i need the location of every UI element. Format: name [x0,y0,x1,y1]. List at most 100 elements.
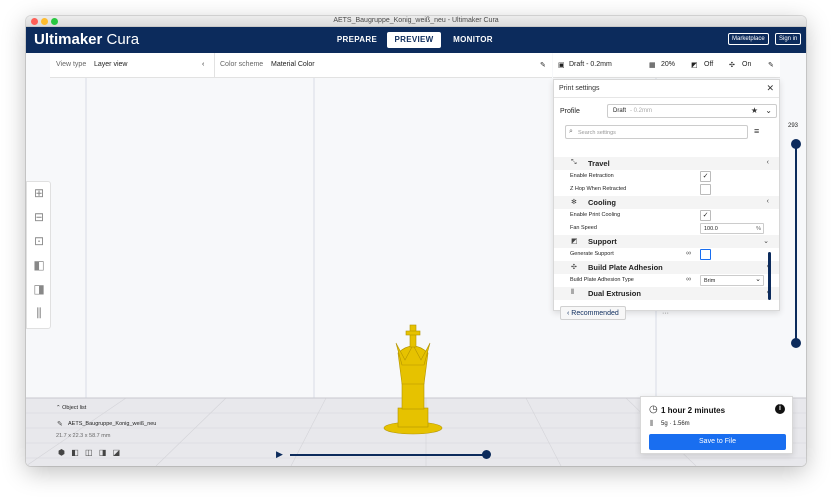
left-view-icon[interactable]: ◨ [99,448,107,457]
adhesion-icon: ✣ [571,264,577,271]
travel-icon: ⤡ [571,159,577,166]
link-icon[interactable]: ∞ [686,276,691,283]
object-list-toggle[interactable]: ⌃ Object list [56,405,86,411]
category-cooling[interactable]: ✻ Cooling ‹ [554,196,779,209]
pencil-icon[interactable]: ✎ [57,420,63,428]
object-dimensions: 21.7 x 22.3 x 58.7 mm [56,433,111,439]
simulation-handle[interactable] [482,450,491,459]
view-type-label: View type [56,61,87,68]
support-summary[interactable]: Off [704,61,713,68]
panel-resize-handle[interactable]: ··· [662,310,669,317]
close-icon[interactable]: ✕ [766,83,774,94]
app-logo: Ultimaker Cura [34,31,140,48]
front-view-icon[interactable]: ◧ [71,448,79,457]
chevron-left-icon[interactable]: ‹ [202,61,204,68]
profile-dropdown[interactable]: Draft - 0.2mm ★ ⌄ [607,104,777,118]
print-time: 1 hour 2 minutes [661,406,726,415]
search-input[interactable]: ⌕ Search settings [565,125,748,139]
clock-icon: ◷ [649,404,658,415]
setting-generate-support: Generate Support ∞ [554,248,779,261]
tool-panel: ⊞ ⊟ ⊡ ◧ ◨ ⫼ [26,181,51,329]
profile-summary[interactable]: Draft - 0.2mm [569,61,612,68]
fan-speed-input[interactable]: 100.0 % [700,223,764,234]
fan-icon: ✻ [571,199,577,206]
sign-in-button[interactable]: Sign in [775,33,802,45]
top-view-icon[interactable]: ◫ [85,448,93,457]
setting-adhesion-type: Build Plate Adhesion Type ∞ Brim ⌄ [554,274,779,287]
play-icon[interactable]: ▶ [276,449,283,460]
view-type-dropdown[interactable]: Layer view [94,61,127,68]
simulation-track[interactable] [290,454,486,456]
app-header: Ultimaker Cura PREPARE PREVIEW MONITOR M… [26,27,806,53]
title-bar: AETS_Baugruppe_Konig_weiß_neu - Ultimake… [26,16,806,27]
object-name[interactable]: AETS_Baugruppe_Konig_weiß_neu [68,421,156,427]
view-orientation-buttons: ⬢ ◧ ◫ ◨ ◪ [58,448,120,457]
recommended-button[interactable]: ‹ Recommended [560,306,626,320]
layer-slider-bottom-handle[interactable] [791,338,801,348]
save-to-file-button[interactable]: Save to File [649,434,786,450]
setting-z-hop: Z Hop When Retracted [554,183,779,196]
chevron-down-icon[interactable]: ⌄ [765,106,772,115]
chevron-down-icon[interactable]: ⌄ [763,237,769,245]
profile-label: Profile [560,108,580,115]
color-scheme-label: Color scheme [220,61,264,68]
adhesion-icon: ✣ [729,62,735,69]
setting-enable-cooling: Enable Print Cooling ✓ [554,209,779,222]
printer-icon: ▣ [558,62,565,69]
front-view-icon[interactable]: ⊞ [31,186,47,206]
infill-icon: ▦ [649,62,656,69]
layer-value: 293 [788,123,799,129]
support-icon: ◩ [691,62,698,69]
infill-summary[interactable]: 20% [661,61,675,68]
link-icon[interactable]: ∞ [686,250,691,257]
print-estimate-card: ◷ 1 hour 2 minutes i ⦀ 5g · 1.56m Save t… [640,396,793,454]
left-view-icon[interactable]: ◧ [31,258,47,278]
color-scheme-dropdown[interactable]: Material Color [271,61,315,68]
support-icon: ◩ [571,238,578,245]
tab-preview[interactable]: PREVIEW [387,32,441,48]
per-model-settings-icon[interactable]: ⫼ [31,306,47,326]
setting-enable-retraction: Enable Retraction ✓ [554,170,779,183]
adhesion-type-dropdown[interactable]: Brim ⌄ [700,275,764,286]
dual-extrusion-icon: ⫴ [571,289,574,296]
filament-icon: ⦀ [650,419,654,428]
cube-3d-icon[interactable]: ⬢ [58,448,65,457]
pencil-icon[interactable]: ✎ [540,61,546,69]
settings-scrollbar[interactable] [768,252,771,300]
star-icon[interactable]: ★ [751,106,758,115]
category-build-plate-adhesion[interactable]: ✣ Build Plate Adhesion ‹ [554,261,779,274]
chevron-left-icon[interactable]: ‹ [767,198,769,205]
setting-fan-speed: Fan Speed 100.0 % [554,222,779,235]
view-type-bar: View type Layer view ‹ Color scheme Mate… [50,53,552,78]
print-setup-bar[interactable]: ▣ Draft - 0.2mm ▦ 20% ◩ Off ✣ On ✎ [553,53,780,78]
chevron-down-icon: ⌄ [755,276,761,283]
3d-view-icon[interactable]: ⊟ [31,210,47,230]
tab-monitor[interactable]: MONITOR [445,32,501,48]
material-estimate: 5g · 1.56m [661,421,690,427]
simulation-bar: ▶ [276,449,491,460]
generate-support-checkbox[interactable] [700,249,711,260]
layer-slider-top-handle[interactable] [791,139,801,149]
print-settings-panel: Print settings ✕ Profile Draft - 0.2mm ★… [553,79,780,320]
category-travel[interactable]: ⤡ Travel ‹ [554,157,779,170]
top-view-icon[interactable]: ⊡ [31,234,47,254]
right-view-icon[interactable]: ◪ [113,448,121,457]
tab-prepare[interactable]: PREPARE [329,32,385,48]
enable-cooling-checkbox[interactable]: ✓ [700,210,711,221]
menu-icon[interactable]: ≡ [754,126,759,136]
z-hop-checkbox[interactable] [700,184,711,195]
window-title: AETS_Baugruppe_Konig_weiß_neu - Ultimake… [333,17,499,24]
category-support[interactable]: ◩ Support ⌄ [554,235,779,248]
category-dual-extrusion[interactable]: ⫴ Dual Extrusion ‹ [554,287,779,300]
enable-retraction-checkbox[interactable]: ✓ [700,171,711,182]
right-view-icon[interactable]: ◨ [31,282,47,302]
adhesion-summary[interactable]: On [742,61,751,68]
layer-slider-track[interactable] [795,143,797,343]
pencil-icon[interactable]: ✎ [768,61,774,69]
info-icon[interactable]: i [775,404,785,414]
layer-slider[interactable]: 293 [788,123,802,353]
search-icon: ⌕ [569,128,573,135]
chevron-left-icon[interactable]: ‹ [767,159,769,166]
panel-title: Print settings [559,85,600,92]
marketplace-button[interactable]: Marketplace [728,33,769,45]
